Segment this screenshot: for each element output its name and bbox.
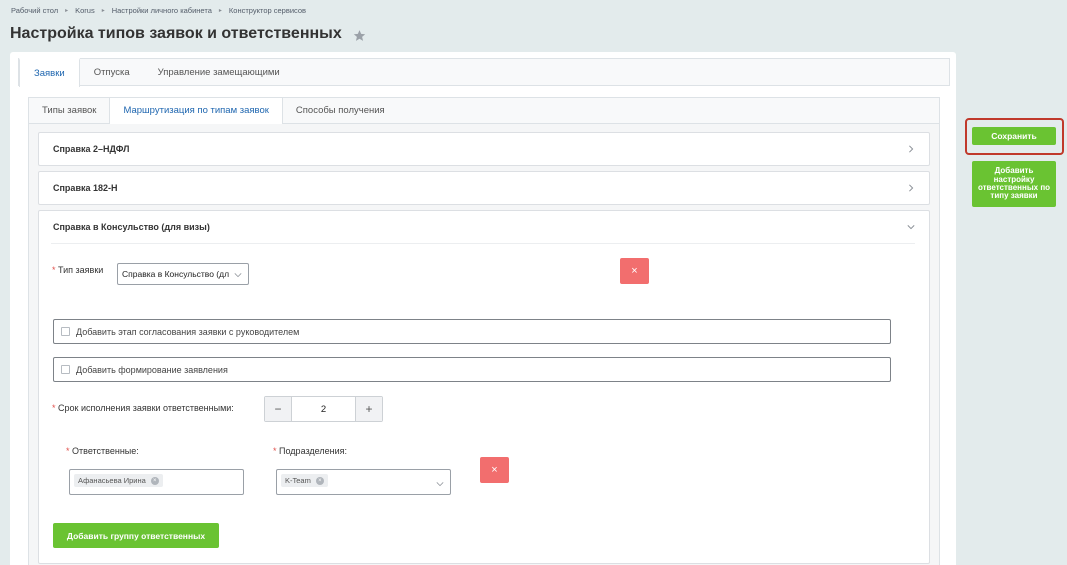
page-title: Настройка типов заявок и ответственных [10, 25, 342, 42]
tab-delivery-methods[interactable]: Способы получения [283, 98, 398, 123]
request-type-value: Справка в Консульство (дл [122, 269, 230, 279]
department-tag: K-Team × [281, 474, 328, 487]
checkbox-icon[interactable] [61, 327, 70, 336]
remove-tag-icon[interactable]: × [315, 476, 324, 485]
request-type-label-text: Тип заявки [58, 265, 104, 275]
required-mark: * [52, 403, 56, 413]
deadline-value[interactable]: 2 [291, 397, 356, 421]
required-mark: * [273, 446, 277, 456]
chevron-right-icon [909, 184, 914, 192]
tag-label: K-Team [285, 476, 311, 485]
delete-group-button[interactable]: × [480, 457, 509, 483]
routing-content: Справка 2–НДФЛ Справка 182-Н Справка в К… [28, 124, 940, 565]
checkbox-icon[interactable] [61, 365, 70, 374]
decrement-button[interactable]: − [265, 397, 291, 421]
accordion-title: Справка в Консульство (для визы) [53, 222, 210, 232]
accordion-item: Справка 2–НДФЛ [38, 132, 930, 166]
accordion-header[interactable]: Справка 2–НДФЛ [39, 133, 929, 165]
add-manager-approval-checkbox[interactable]: Добавить этап согласования заявки с руко… [53, 319, 891, 344]
accordion-item: Справка 182-Н [38, 171, 930, 205]
breadcrumb-separator-icon: ▸ [65, 8, 69, 14]
request-type-select[interactable]: Справка в Консульство (дл [117, 263, 249, 285]
tab-request-types[interactable]: Типы заявок [29, 98, 109, 123]
breadcrumb-item[interactable]: Конструктор сервисов [229, 6, 306, 15]
deadline-stepper[interactable]: − 2 + [264, 396, 383, 422]
save-button[interactable]: Сохранить [972, 127, 1056, 145]
accordion-header[interactable]: Справка 182-Н [39, 172, 929, 204]
chevron-down-icon [436, 482, 444, 487]
divider [51, 243, 915, 244]
request-type-label: * Тип заявки [52, 265, 103, 275]
increment-button[interactable]: + [356, 397, 382, 421]
chevron-down-icon [234, 273, 242, 278]
deadline-label: * Срок исполнения заявки ответственными: [52, 403, 234, 413]
breadcrumb-separator-icon: ▸ [101, 8, 105, 14]
tag-label: Афанасьева Ирина [78, 476, 146, 485]
breadcrumb: Рабочий стол ▸ Korus ▸ Настройки личного… [11, 6, 306, 15]
departments-label-text: Подразделения: [279, 446, 347, 456]
main-panel: Заявки Отпуска Управление замещающими Ти… [10, 52, 956, 565]
delete-request-type-button[interactable]: × [620, 258, 649, 284]
responsible-select[interactable]: Афанасьева Ирина × [69, 469, 244, 495]
tab-substitutes[interactable]: Управление замещающими [144, 59, 294, 85]
remove-tag-icon[interactable]: × [150, 476, 159, 485]
breadcrumb-separator-icon: ▸ [218, 8, 222, 14]
accordion-header[interactable]: Справка в Консульство (для визы) [39, 211, 929, 243]
chevron-right-icon [909, 145, 914, 153]
tab-requests[interactable]: Заявки [19, 58, 80, 87]
add-responsible-group-button[interactable]: Добавить группу ответственных [53, 523, 219, 548]
accordion-title: Справка 182-Н [53, 183, 118, 193]
checkbox-label: Добавить формирование заявления [76, 364, 228, 375]
checkbox-label: Добавить этап согласования заявки с руко… [76, 326, 300, 337]
star-icon[interactable] [353, 29, 366, 42]
departments-label: * Подразделения: [273, 446, 347, 456]
close-icon: × [631, 265, 638, 277]
breadcrumb-item[interactable]: Korus [75, 6, 95, 15]
accordion-item-expanded: Справка в Консульство (для визы) * Тип з… [38, 210, 930, 564]
sub-tabs: Типы заявок Маршрутизация по типам заяво… [28, 97, 940, 125]
page-header: Настройка типов заявок и ответственных [10, 25, 366, 43]
add-statement-checkbox[interactable]: Добавить формирование заявления [53, 357, 891, 382]
breadcrumb-item[interactable]: Рабочий стол [11, 6, 58, 15]
required-mark: * [52, 265, 56, 275]
responsible-label-text: Ответственные: [72, 446, 139, 456]
accordion-title: Справка 2–НДФЛ [53, 144, 130, 154]
responsible-tag: Афанасьева Ирина × [74, 474, 163, 487]
deadline-label-text: Срок исполнения заявки ответственными: [58, 403, 234, 413]
breadcrumb-item[interactable]: Настройки личного кабинета [112, 6, 212, 15]
departments-select[interactable]: K-Team × [276, 469, 451, 495]
close-icon: × [491, 464, 498, 476]
tab-routing[interactable]: Маршрутизация по типам заявок [109, 98, 283, 125]
chevron-down-icon [907, 225, 915, 230]
tab-vacations[interactable]: Отпуска [80, 59, 144, 85]
add-responsible-setting-button[interactable]: Добавить настройку ответственных по типу… [972, 161, 1056, 207]
top-tabs: Заявки Отпуска Управление замещающими [18, 58, 950, 87]
responsible-label: * Ответственные: [66, 446, 139, 456]
required-mark: * [66, 446, 70, 456]
